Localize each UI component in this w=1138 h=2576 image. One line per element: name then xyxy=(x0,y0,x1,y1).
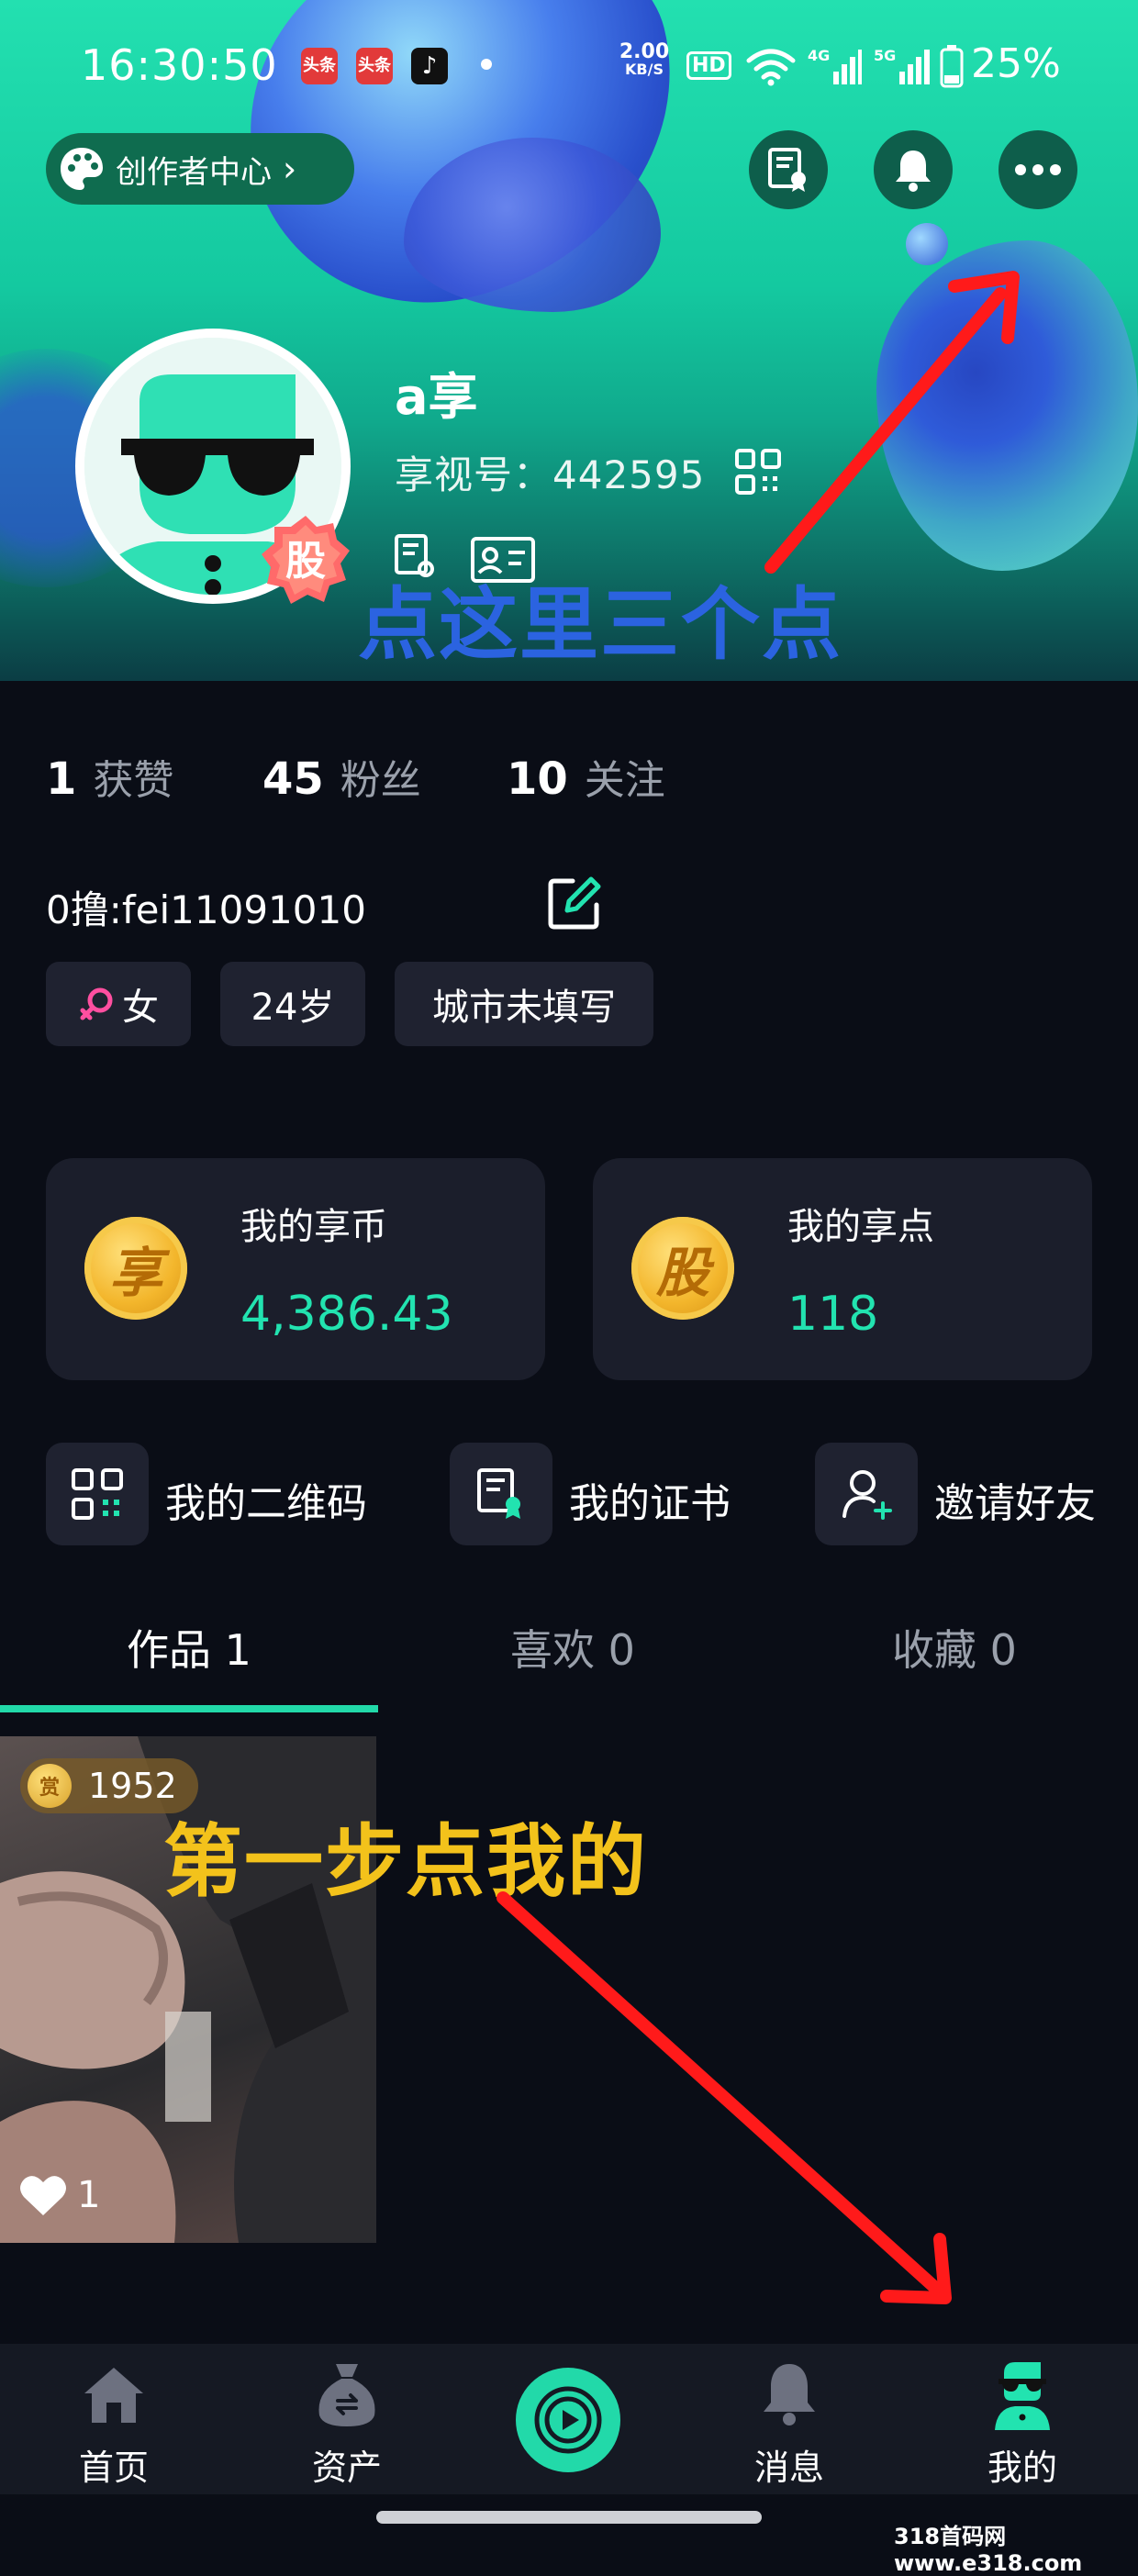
nav-messages[interactable]: 消息 xyxy=(716,2344,863,2494)
notification-dot-icon xyxy=(481,59,492,70)
my-coins-card[interactable]: 享 我的享币 4,386.43 xyxy=(46,1158,545,1380)
money-bag-icon xyxy=(318,2364,375,2426)
network-speed: 2.00 KB/S xyxy=(617,42,672,77)
video-likes: 1 xyxy=(18,2173,100,2217)
home-icon xyxy=(84,2368,143,2423)
profile-icon xyxy=(995,2362,1050,2430)
heart-icon xyxy=(20,2176,66,2215)
annotation-step-note: 第一步点我的 xyxy=(163,1816,648,1908)
nav-home-label: 首页 xyxy=(78,2448,149,2488)
nav-assets-label: 资产 xyxy=(311,2448,382,2488)
my-certificate-label[interactable]: 我的证书 xyxy=(569,1470,731,1529)
my-qr-code-label[interactable]: 我的二维码 xyxy=(165,1470,367,1529)
decorative-dot xyxy=(906,223,948,265)
age-tag: 24岁 xyxy=(220,962,365,1046)
system-home-indicator[interactable] xyxy=(376,2511,762,2524)
stat-following-label: 关注 xyxy=(584,757,665,804)
qr-code-icon xyxy=(72,1468,123,1520)
city-tag: 城市未填写 xyxy=(395,962,653,1046)
stat-following[interactable]: 10 关注 xyxy=(507,747,665,806)
palette-icon xyxy=(61,148,103,190)
stat-likes-label: 获赞 xyxy=(93,757,174,804)
my-points-value: 118 xyxy=(787,1287,879,1342)
stat-following-count: 10 xyxy=(507,753,568,805)
arrow-to-me-tab xyxy=(496,1891,941,2293)
video-likes-count: 1 xyxy=(77,2174,101,2216)
nav-assets[interactable]: 资产 xyxy=(273,2344,420,2494)
nav-me-label: 我的 xyxy=(987,2448,1057,2488)
my-points-title: 我的享点 xyxy=(787,1206,934,1248)
arrow-head xyxy=(880,2233,952,2304)
hd-icon: HD xyxy=(686,51,731,80)
female-icon xyxy=(80,987,113,1020)
nav-me[interactable]: 我的 xyxy=(949,2344,1096,2494)
invite-friends-label[interactable]: 邀请好友 xyxy=(934,1470,1096,1529)
signal-4g-icon: 4G xyxy=(808,47,862,84)
chevron-right-icon: › xyxy=(283,149,297,189)
add-friend-icon xyxy=(842,1470,892,1520)
svg-text:4G: 4G xyxy=(808,47,830,64)
creator-center-button[interactable]: 创作者中心 › xyxy=(46,133,354,205)
stat-likes-count: 1 xyxy=(46,753,77,805)
play-icon xyxy=(534,2386,602,2454)
stat-followers-label: 粉丝 xyxy=(340,757,421,804)
decorative-blob xyxy=(876,240,1138,571)
battery-percentage: 25% xyxy=(971,40,1061,87)
tab-likes[interactable]: 喜欢 0 xyxy=(510,1617,635,1678)
bell-icon xyxy=(764,2364,815,2425)
status-time: 16:30:50 xyxy=(81,40,278,90)
my-coins-title: 我的享币 xyxy=(240,1206,387,1248)
certificate-button[interactable] xyxy=(749,130,828,209)
more-options-button[interactable] xyxy=(999,130,1077,209)
active-tab-indicator xyxy=(0,1705,378,1712)
my-qr-code-button[interactable] xyxy=(46,1443,149,1545)
wifi-icon xyxy=(746,49,796,86)
bell-icon xyxy=(896,151,931,192)
bottom-navigation: 首页 资产 消息 我的 xyxy=(0,2344,1138,2494)
nav-home[interactable]: 首页 xyxy=(40,2344,187,2494)
nav-center-play-button[interactable] xyxy=(516,2368,620,2472)
reward-coin-icon: 赏 xyxy=(28,1764,72,1808)
stat-followers[interactable]: 45 粉丝 xyxy=(262,747,421,806)
my-points-card[interactable]: 股 我的享点 118 xyxy=(593,1158,1092,1380)
svg-text:5G: 5G xyxy=(874,47,896,64)
stock-badge-glyph: 股 xyxy=(285,538,326,585)
annotation-top-note: 点这里三个点 xyxy=(358,579,842,671)
notifications-button[interactable] xyxy=(874,130,953,209)
nav-messages-label: 消息 xyxy=(753,2448,824,2488)
creator-center-label: 创作者中心 xyxy=(116,153,272,191)
stock-coin-icon: 股 xyxy=(631,1217,734,1320)
gender-tag: 女 xyxy=(46,962,191,1046)
certificate-icon xyxy=(477,1468,520,1519)
battery-icon xyxy=(940,45,964,88)
user-name: a享 xyxy=(395,368,478,426)
certificate-icon xyxy=(768,148,806,192)
my-coins-value: 4,386.43 xyxy=(240,1287,453,1342)
edit-icon[interactable] xyxy=(545,874,604,932)
stat-likes[interactable]: 1 获赞 xyxy=(46,747,173,806)
watermark: 318首码网 www.e318.com xyxy=(888,2518,1138,2576)
my-certificate-button[interactable] xyxy=(450,1443,552,1545)
tiktok-icon: ♪ xyxy=(411,48,448,84)
coin-icon: 享 xyxy=(84,1217,187,1320)
user-bio: 0撸:fei11091010 xyxy=(46,887,366,932)
user-id: 享视号：442595 xyxy=(395,452,706,497)
tab-favorites[interactable]: 收藏 0 xyxy=(892,1617,1017,1678)
gender-tag-label: 女 xyxy=(122,987,159,1029)
app-notification-icon: 头条 xyxy=(301,48,338,84)
qr-code-icon[interactable] xyxy=(734,448,782,496)
stat-followers-count: 45 xyxy=(262,753,324,805)
invite-friends-button[interactable] xyxy=(815,1443,918,1545)
signal-5g-icon: 5G xyxy=(874,47,930,84)
network-speed-unit: KB/S xyxy=(625,61,664,78)
more-dots-icon xyxy=(1015,164,1061,175)
tab-works[interactable]: 作品 1 xyxy=(127,1617,251,1678)
stock-badge-icon: 股 xyxy=(262,516,350,604)
app-notification-icon: 头条 xyxy=(356,48,393,84)
